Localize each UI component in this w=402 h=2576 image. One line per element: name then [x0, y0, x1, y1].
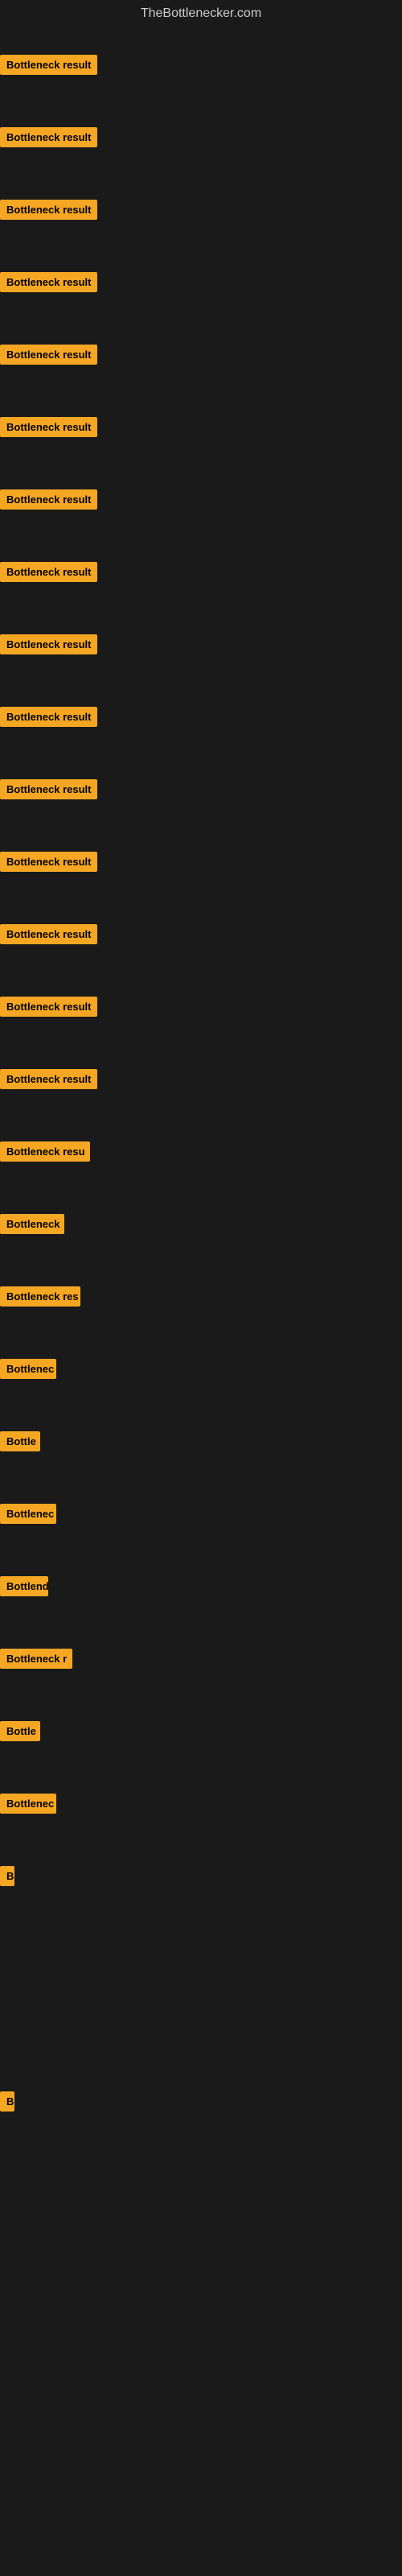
bottleneck-badge: Bottleneck result	[0, 127, 97, 147]
bottleneck-result-item-19: Bottlenec	[0, 1359, 56, 1383]
bottleneck-result-item-8: Bottleneck result	[0, 562, 97, 586]
bottleneck-badge: B	[0, 1866, 14, 1886]
bottleneck-badge: Bottle	[0, 1721, 40, 1741]
bottleneck-result-item-25: Bottlenec	[0, 1794, 56, 1818]
bottleneck-result-item-16: Bottleneck resu	[0, 1141, 90, 1166]
bottleneck-result-item-7: Bottleneck result	[0, 489, 97, 514]
bottleneck-result-item-13: Bottleneck result	[0, 924, 97, 948]
bottleneck-result-item-9: Bottleneck result	[0, 634, 97, 658]
bottleneck-result-item-23: Bottleneck r	[0, 1649, 72, 1673]
bottleneck-result-item-24: Bottle	[0, 1721, 40, 1745]
bottleneck-result-item-4: Bottleneck result	[0, 272, 97, 296]
site-title: TheBottlenecker.com	[0, 0, 402, 31]
bottleneck-badge: Bottleneck result	[0, 707, 97, 727]
bottleneck-result-item-15: Bottleneck result	[0, 1069, 97, 1093]
bottleneck-badge: Bottleneck result	[0, 634, 97, 654]
bottleneck-badge: Bottlend	[0, 1576, 48, 1596]
bottleneck-badge: Bottle	[0, 1431, 40, 1451]
bottleneck-badge: Bottleneck result	[0, 55, 97, 75]
bottleneck-badge: Bottlenec	[0, 1359, 56, 1379]
bottleneck-result-item-17: Bottleneck	[0, 1214, 64, 1238]
bottleneck-result-item-3: Bottleneck result	[0, 200, 97, 224]
bottleneck-badge: Bottleneck result	[0, 562, 97, 582]
bottleneck-result-item-27: B	[0, 2091, 14, 2116]
bottleneck-badge: Bottleneck	[0, 1214, 64, 1234]
bottleneck-badge: Bottleneck result	[0, 924, 97, 944]
bottleneck-badge: Bottleneck result	[0, 345, 97, 365]
bottleneck-result-item-14: Bottleneck result	[0, 997, 97, 1021]
bottleneck-badge: Bottleneck r	[0, 1649, 72, 1669]
bottleneck-badge: Bottleneck result	[0, 779, 97, 799]
bottleneck-result-item-20: Bottle	[0, 1431, 40, 1455]
bottleneck-badge: Bottleneck result	[0, 1069, 97, 1089]
bottleneck-result-item-1: Bottleneck result	[0, 55, 97, 79]
bottleneck-badge: Bottleneck result	[0, 200, 97, 220]
bottleneck-badge: Bottleneck result	[0, 272, 97, 292]
bottleneck-result-item-18: Bottleneck res	[0, 1286, 80, 1311]
bottleneck-badge: Bottlenec	[0, 1794, 56, 1814]
bottleneck-badge: Bottleneck result	[0, 852, 97, 872]
bottleneck-result-item-11: Bottleneck result	[0, 779, 97, 803]
bottleneck-result-item-22: Bottlend	[0, 1576, 48, 1600]
bottleneck-badge: Bottleneck result	[0, 997, 97, 1017]
bottleneck-result-item-2: Bottleneck result	[0, 127, 97, 151]
bottleneck-result-item-12: Bottleneck result	[0, 852, 97, 876]
bottleneck-result-item-26: B	[0, 1866, 14, 1890]
bottleneck-badge: Bottleneck result	[0, 417, 97, 437]
bottleneck-result-item-5: Bottleneck result	[0, 345, 97, 369]
bottleneck-badge: Bottleneck resu	[0, 1141, 90, 1162]
bottleneck-result-item-21: Bottlenec	[0, 1504, 56, 1528]
bottleneck-badge: Bottleneck result	[0, 489, 97, 510]
bottleneck-badge: Bottlenec	[0, 1504, 56, 1524]
bottleneck-badge: Bottleneck res	[0, 1286, 80, 1307]
bottleneck-badge: B	[0, 2091, 14, 2112]
bottleneck-result-item-10: Bottleneck result	[0, 707, 97, 731]
bottleneck-result-item-6: Bottleneck result	[0, 417, 97, 441]
